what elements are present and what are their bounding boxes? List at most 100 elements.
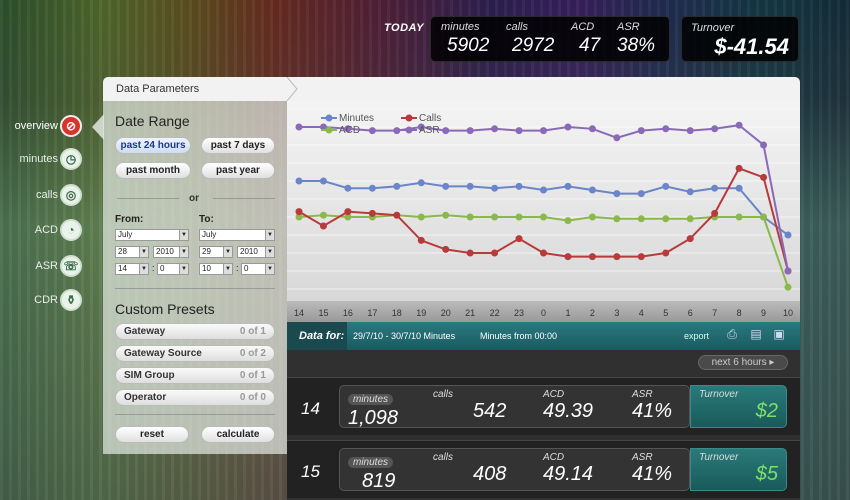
preset-gateway-source[interactable]: Gateway Source 0 of 2 — [115, 345, 275, 362]
data-point-acd — [442, 211, 450, 219]
chevron-down-icon: ▼ — [179, 264, 188, 274]
to-day-select[interactable]: 29 ▼ — [199, 246, 233, 258]
legend-marker — [325, 114, 333, 122]
row-turnover: Turnover $5 — [690, 448, 787, 491]
past-year-button[interactable]: past year — [201, 162, 275, 179]
reset-button[interactable]: reset — [115, 426, 189, 443]
past-month-button[interactable]: past month — [115, 162, 191, 179]
preset-gateway[interactable]: Gateway 0 of 1 — [115, 323, 275, 340]
print-icon[interactable]: ⎙ — [725, 327, 739, 344]
data-point-asr — [662, 125, 670, 133]
past-7-days-button[interactable]: past 7 days — [201, 137, 275, 154]
data-point-calls — [319, 222, 327, 230]
calculate-button[interactable]: calculate — [201, 426, 275, 443]
x-tick-label: 16 — [343, 308, 353, 318]
nav-label: ASR — [35, 260, 58, 272]
nav-item-calls[interactable]: calls ◎ — [0, 181, 90, 211]
data-point-asr — [735, 121, 743, 129]
row-minutes-label: minutes — [348, 457, 394, 468]
to-hour-select[interactable]: 10 ▼ — [199, 263, 233, 275]
table-row: 15 minutes 819 calls 408 ACD 49.14 ASR 4… — [287, 440, 800, 498]
data-point-minutes — [466, 182, 474, 190]
legend-marker — [405, 114, 413, 122]
data-point-asr — [466, 127, 474, 135]
data-point-calls — [515, 235, 523, 243]
row-calls-value: 542 — [473, 400, 507, 422]
from-day-select[interactable]: 28 ▼ — [115, 246, 149, 258]
x-axis: 14 15 16 17 18 19 20 21 22 23 0 1 2 3 4 5 6 7 8 9 10 — [294, 308, 793, 318]
data-point-asr — [711, 125, 719, 133]
nav-item-cdr[interactable]: CDR ⚱ — [0, 286, 90, 316]
data-point-minutes — [393, 182, 401, 190]
nav-label: overview — [14, 120, 58, 132]
x-tick-label: 0 — [541, 308, 546, 318]
nav-item-asr[interactable]: ASR ☏ — [0, 252, 90, 282]
line-chart: MinutesACD CallsASR — [287, 108, 800, 291]
preset-count: 0 of 1 — [239, 370, 266, 381]
today-acd-value: 47 — [579, 35, 601, 56]
preset-name: Gateway — [124, 326, 166, 337]
data-point-asr — [588, 125, 596, 133]
data-point-minutes — [784, 231, 792, 239]
data-point-minutes — [686, 188, 694, 196]
row-calls: calls 408 — [433, 452, 506, 486]
x-tick-label: 18 — [392, 308, 402, 318]
to-minute-select[interactable]: 0 ▼ — [241, 263, 275, 275]
row-calls-label: calls — [433, 389, 454, 400]
x-tick-label: 7 — [712, 308, 717, 318]
x-tick-label: 21 — [465, 308, 475, 318]
data-point-acd — [613, 215, 621, 223]
data-point-asr — [784, 267, 792, 275]
data-point-calls — [540, 249, 547, 257]
data-point-acd — [735, 213, 743, 221]
table-row: 14 minutes 1,098 calls 542 ACD 49.39 ASR… — [287, 377, 800, 435]
row-minutes: minutes 819 — [348, 452, 395, 493]
select-value: 10 — [202, 264, 211, 273]
to-year-select[interactable]: 2010 ▼ — [237, 246, 275, 258]
pdf-icon[interactable]: ▤ — [749, 327, 763, 344]
preset-name: Gateway Source — [124, 348, 202, 359]
past-24-hours-button[interactable]: past 24 hours — [115, 137, 191, 154]
row-acd-value: 49.39 — [543, 400, 594, 422]
nav-item-minutes[interactable]: minutes ◷ — [0, 145, 90, 175]
from-year-select[interactable]: 2010 ▼ — [153, 246, 189, 258]
data-point-calls — [662, 249, 670, 257]
nav-label: calls — [35, 189, 58, 201]
row-stats-box: minutes 1,098 calls 542 ACD 49.39 ASR 41… — [339, 385, 690, 429]
today-minutes-label: minutes — [441, 21, 480, 33]
row-calls: calls 542 — [433, 389, 506, 423]
next-6-hours-button[interactable]: next 6 hours ▸ — [698, 355, 788, 370]
x-tick-label: 14 — [294, 308, 304, 318]
data-point-acd — [784, 283, 792, 291]
data-point-minutes — [368, 184, 376, 192]
today-asr-value: 38% — [617, 35, 656, 56]
section-divider — [115, 288, 275, 289]
nav-item-overview[interactable]: overview ⊘ — [0, 112, 90, 142]
from-hour-select[interactable]: 14 ▼ — [115, 263, 149, 275]
to-month-select[interactable]: July ▼ — [199, 229, 275, 241]
from-minute-select[interactable]: 0 ▼ — [157, 263, 189, 275]
image-icon[interactable]: ▣ — [772, 327, 786, 344]
data-bar: Data for: 29/7/10 - 30/7/10 Minutes Minu… — [287, 322, 800, 350]
chevron-down-icon: ▼ — [223, 247, 232, 257]
custom-presets-title: Custom Presets — [115, 301, 215, 317]
data-point-acd — [491, 213, 499, 221]
x-tick-label: 23 — [514, 308, 524, 318]
data-point-minutes — [662, 182, 670, 190]
preset-sim-group[interactable]: SIM Group 0 of 1 — [115, 367, 275, 384]
phone-icon: ☏ — [60, 255, 82, 277]
data-point-calls — [295, 208, 303, 216]
chevron-down-icon: ▼ — [179, 247, 188, 257]
select-value: 2010 — [240, 247, 258, 256]
row-stats-box: minutes 819 calls 408 ACD 49.14 ASR 41% — [339, 448, 690, 493]
preset-operator[interactable]: Operator 0 of 0 — [115, 389, 275, 406]
nav-item-acd[interactable]: ACD ◔ — [0, 216, 90, 246]
data-point-minutes — [515, 182, 523, 190]
chevron-down-icon: ▼ — [223, 264, 232, 274]
preset-name: SIM Group — [124, 370, 175, 381]
row-acd-value: 49.14 — [543, 463, 594, 485]
data-point-asr — [393, 127, 401, 135]
data-point-calls — [491, 249, 499, 257]
from-month-select[interactable]: July ▼ — [115, 229, 189, 241]
data-point-asr — [613, 134, 621, 142]
